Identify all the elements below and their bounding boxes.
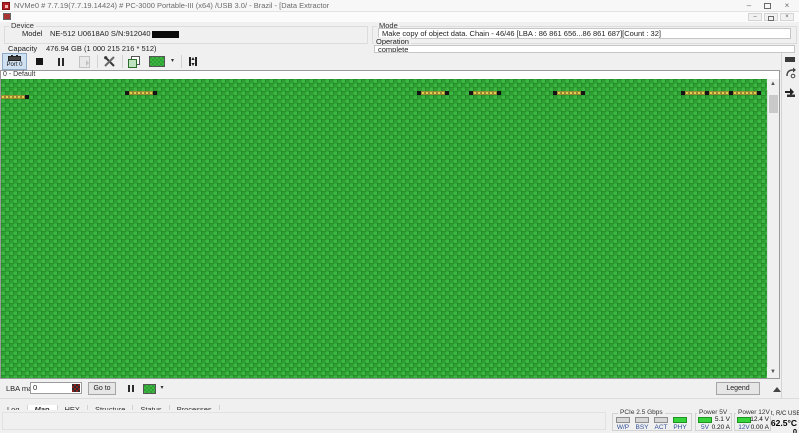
pause-icon — [62, 57, 64, 66]
dock-handle-icon[interactable] — [785, 57, 795, 62]
sort-arrows-icon — [189, 57, 197, 66]
pcie-led-wp — [616, 417, 630, 423]
minimize-button[interactable]: – — [742, 1, 756, 10]
pcie-led-phy — [673, 417, 687, 423]
stop-icon — [35, 58, 43, 65]
pcie-led-bsy — [635, 417, 649, 423]
right-dock-strip — [781, 53, 799, 409]
temp-sub-value: 0 — [792, 427, 797, 433]
map-cell-error — [757, 91, 761, 95]
mdi-close-button[interactable]: × — [780, 13, 794, 21]
capacity-value: 476.94 GB (1 000 215 216 * 512) — [46, 44, 157, 53]
scroll-up-button[interactable]: ▲ — [767, 79, 779, 90]
pause-icon — [127, 385, 130, 392]
map-vertical-scrollbar[interactable] — [767, 79, 779, 378]
mdi-restore-icon — [768, 16, 774, 21]
curved-arrow-icon — [786, 67, 796, 79]
chevron-down-icon: ▾ — [170, 58, 174, 64]
power5-amps: 0.20 A — [711, 424, 730, 431]
map-pause-button[interactable] — [124, 382, 137, 395]
map-cell-error — [497, 91, 501, 95]
device-model-value: NE-512 U0618A0 S/N:912040 — [50, 29, 179, 38]
map-thumbnail-icon — [142, 383, 156, 394]
info-panel: Device Model NE-512 U0618A0 S/N:912040 C… — [0, 22, 799, 54]
sector-map[interactable] — [1, 79, 767, 378]
pause-icon — [58, 57, 60, 66]
map-cell-error — [581, 91, 585, 95]
port-0-label: Port 0 — [6, 62, 23, 68]
chevron-down-icon: ▾ — [160, 385, 164, 391]
pcie-led-label: ACT — [654, 424, 668, 431]
pcie-led-label: PHY — [673, 424, 687, 431]
lba-marker-icon[interactable] — [72, 384, 80, 392]
power12-amps: 0.00 A — [750, 424, 769, 431]
title-bar: NVMe0 # 7.7.19(7.7.19.14424) # PC-3000 P… — [0, 0, 799, 12]
pcie-group-label: PCIe 2.5 Gbps — [618, 409, 665, 416]
capacity-label: Capacity — [8, 44, 38, 53]
maximize-button[interactable] — [760, 1, 774, 10]
close-button[interactable]: × — [780, 1, 794, 10]
power12-volts: 12.4 V — [750, 416, 769, 423]
copy-sectors-button[interactable] — [126, 54, 142, 69]
copy-sheets-icon — [128, 55, 140, 68]
port-task-button[interactable] — [785, 84, 796, 102]
power12-group-label: Power 12V — [736, 409, 772, 416]
operation-value-field: complete — [374, 45, 795, 53]
map-header: 0 - Default — [3, 71, 36, 78]
map-cell-error — [153, 91, 157, 95]
collapse-panel-button[interactable] — [770, 383, 783, 395]
port-0-button[interactable]: Port 0 — [2, 53, 27, 70]
mode-task-field: Make copy of object data. Chain - 46/46 … — [378, 28, 791, 39]
sort-button[interactable] — [185, 54, 201, 69]
pause-icon — [131, 385, 134, 392]
scroll-down-button[interactable]: ▼ — [767, 367, 779, 378]
map-view-button[interactable] — [146, 54, 168, 69]
scrollbar-thumb[interactable] — [769, 95, 778, 113]
map-view-dropdown[interactable]: ▾ — [168, 54, 177, 69]
pcie-led-label: W/P — [616, 424, 630, 431]
legend-button[interactable]: Legend — [716, 382, 760, 395]
stop-button[interactable] — [31, 54, 47, 69]
status-message-panel — [2, 412, 606, 430]
map-style-dropdown[interactable]: ▾ — [158, 382, 166, 395]
maximize-icon — [763, 3, 771, 9]
refresh-task-button[interactable] — [785, 66, 796, 84]
system-menu-icon[interactable] — [3, 13, 11, 20]
goto-button[interactable]: Go to — [88, 382, 116, 395]
resume-task-button-disabled[interactable] — [76, 54, 92, 69]
map-thumbnail-icon — [149, 56, 165, 67]
pause-button[interactable] — [53, 54, 69, 69]
tools-button[interactable] — [101, 54, 117, 69]
port-connector-icon — [8, 55, 21, 61]
port-small-icon — [785, 88, 795, 97]
pc3000-data-extractor-window: NVMe0 # 7.7.19(7.7.19.14424) # PC-3000 P… — [0, 0, 799, 433]
pcie-led-label: BSY — [635, 424, 649, 431]
map-cell-error — [25, 95, 29, 99]
tools-icon — [103, 56, 115, 67]
device-model-label: Model — [22, 29, 43, 38]
triangle-up-icon — [772, 386, 781, 392]
redacted-serial — [151, 30, 179, 38]
bottom-control-bar — [0, 379, 781, 398]
power5-group-label: Power 5V — [697, 409, 730, 416]
pcie-led-act — [654, 417, 668, 423]
window-title: NVMe0 # 7.7.19(7.7.19.14424) # PC-3000 P… — [14, 1, 330, 10]
mdi-minimize-button[interactable]: – — [748, 13, 762, 21]
app-icon — [2, 2, 10, 10]
power5-volts: 5.1 V — [714, 416, 730, 423]
map-style-button[interactable] — [140, 382, 158, 395]
temp-group-label: t, R/C USB — [771, 411, 799, 417]
mdi-restore-button[interactable] — [764, 13, 778, 21]
document-arrow-icon — [78, 55, 90, 68]
map-cell-error — [445, 91, 449, 95]
